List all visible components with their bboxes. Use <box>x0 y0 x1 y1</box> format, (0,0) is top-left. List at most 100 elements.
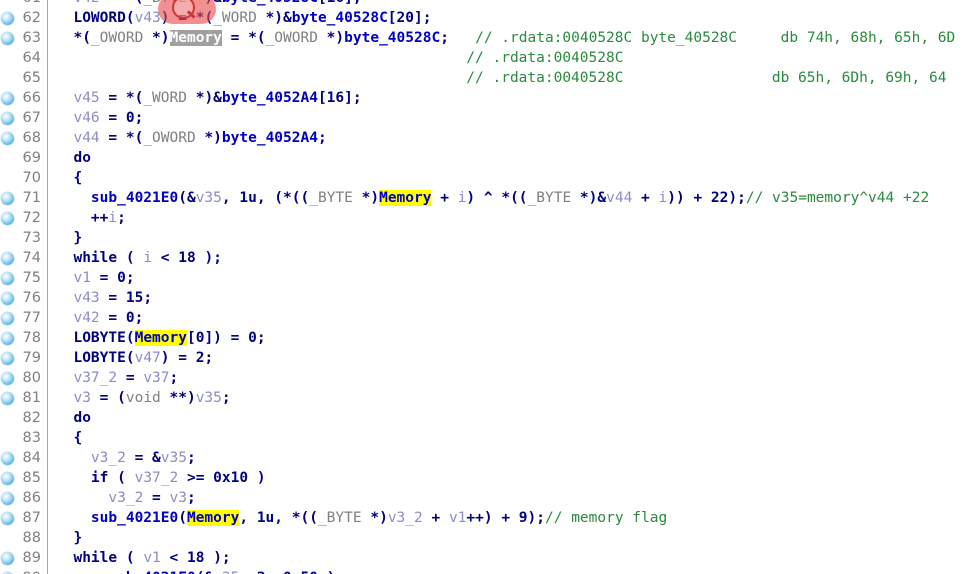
local-variable[interactable]: v3_2 <box>108 490 143 506</box>
code-line[interactable]: 69 do <box>0 148 966 168</box>
line-content[interactable]: sub_4021E0(&v35, 1u, (*((_BYTE *)Memory … <box>56 188 929 208</box>
code-line[interactable]: 88 } <box>0 528 966 548</box>
local-variable[interactable]: v1 <box>449 510 466 526</box>
local-variable[interactable]: v35 <box>161 450 187 466</box>
line-content[interactable]: v3_2 = v3; <box>56 488 195 508</box>
line-content[interactable]: v46 = 0; <box>56 108 143 128</box>
local-variable[interactable]: v1 <box>143 550 160 566</box>
global-symbol[interactable]: sub_4021E0 <box>91 510 178 526</box>
code-line[interactable]: 78 LOBYTE(Memory[0]) = 0; <box>0 328 966 348</box>
line-content[interactable]: while ( v1 < 18 ); <box>56 548 230 568</box>
local-variable[interactable]: v43 <box>73 290 99 306</box>
code-line[interactable]: 87 sub_4021E0(Memory, 1u, *((_BYTE *)v3_… <box>0 508 966 528</box>
global-symbol[interactable]: sub_4021E0 <box>91 190 178 206</box>
local-variable[interactable]: v3_2 <box>388 510 423 526</box>
local-variable[interactable]: v42 <box>73 310 99 326</box>
code-line[interactable]: 67 v46 = 0; <box>0 108 966 128</box>
local-variable[interactable]: v37_2 <box>135 470 179 486</box>
line-content[interactable]: v42 = 0; <box>56 308 143 328</box>
code-line[interactable]: 80 v37_2 = v37; <box>0 368 966 388</box>
line-content[interactable]: LOWORD(v43) = *(_WORD *)&byte_40528C[20]… <box>56 8 431 28</box>
highlighted-token[interactable]: Memory <box>379 190 432 206</box>
line-content[interactable]: v42 = *(_BYTE *)&byte_40528C[16]; <box>56 0 361 8</box>
line-content[interactable]: v43 = 15; <box>56 288 152 308</box>
code-line[interactable]: 71 sub_4021E0(&v35, 1u, (*((_BYTE *)Memo… <box>0 188 966 208</box>
global-symbol[interactable]: byte_40528C <box>292 10 388 26</box>
local-variable[interactable]: v45 <box>73 90 99 106</box>
code-line[interactable]: 84 v3_2 = &v35; <box>0 448 966 468</box>
line-content[interactable]: } <box>56 528 82 548</box>
line-content[interactable]: v44 = *(_OWORD *)byte_4052A4; <box>56 128 326 148</box>
local-variable[interactable]: v3_2 <box>91 450 126 466</box>
local-variable[interactable]: v46 <box>73 110 99 126</box>
line-content[interactable]: do <box>56 408 90 428</box>
local-variable[interactable]: v1 <box>73 270 90 286</box>
local-variable[interactable]: v44 <box>73 130 99 146</box>
pseudocode-view[interactable]: 61 v42 = *(_BYTE *)&byte_40528C[16];62 L… <box>0 0 966 574</box>
line-content[interactable]: sub_4021E0(&v35, 2, 0x50 ); <box>56 568 344 574</box>
global-symbol[interactable]: byte_4052A4 <box>222 130 318 146</box>
line-content[interactable]: // .rdata:0040528C <box>56 48 623 68</box>
code-line[interactable]: 77 v42 = 0; <box>0 308 966 328</box>
code-line[interactable]: 66 v45 = *(_WORD *)&byte_4052A4[16]; <box>0 88 966 108</box>
code-line[interactable]: 90 sub_4021E0(&v35, 2, 0x50 ); <box>0 568 966 574</box>
code-line[interactable]: 85 if ( v37_2 >= 0x10 ) <box>0 468 966 488</box>
local-variable[interactable]: v35 <box>196 190 222 206</box>
line-content[interactable]: } <box>56 228 82 248</box>
local-variable[interactable]: v44 <box>606 190 632 206</box>
local-variable[interactable]: v37 <box>143 370 169 386</box>
line-content[interactable]: sub_4021E0(Memory, 1u, *((_BYTE *)v3_2 +… <box>56 508 667 528</box>
code-line[interactable]: 86 v3_2 = v3; <box>0 488 966 508</box>
line-content[interactable]: v45 = *(_WORD *)&byte_4052A4[16]; <box>56 88 361 108</box>
code-line[interactable]: 82 do <box>0 408 966 428</box>
code-line[interactable]: 89 while ( v1 < 18 ); <box>0 548 966 568</box>
line-content[interactable]: v37_2 = v37; <box>56 368 178 388</box>
line-content[interactable]: while ( i < 18 ); <box>56 248 221 268</box>
code-line[interactable]: 64 // .rdata:0040528C <box>0 48 966 68</box>
code-line[interactable]: 72 ++i; <box>0 208 966 228</box>
highlighted-token[interactable]: Memory <box>186 510 240 526</box>
line-content[interactable]: { <box>56 428 82 448</box>
code-line[interactable]: 76 v43 = 15; <box>0 288 966 308</box>
local-variable[interactable]: i <box>659 190 668 206</box>
code-line[interactable]: 73 } <box>0 228 966 248</box>
code-line[interactable]: 74 while ( i < 18 ); <box>0 248 966 268</box>
line-content[interactable]: if ( v37_2 >= 0x10 ) <box>56 468 266 488</box>
local-variable[interactable]: v43 <box>135 10 161 26</box>
code-line[interactable]: 63 *(_OWORD *)Memory = *(_OWORD *)byte_4… <box>0 28 966 48</box>
line-content[interactable]: *(_OWORD *)Memory = *(_OWORD *)byte_4052… <box>56 28 955 48</box>
local-variable[interactable]: v3 <box>73 390 90 406</box>
line-content[interactable]: ++i; <box>56 208 126 228</box>
global-symbol[interactable]: byte_40528C <box>222 0 318 6</box>
code-line[interactable]: 75 v1 = 0; <box>0 268 966 288</box>
local-variable[interactable]: i <box>143 250 152 266</box>
code-line[interactable]: 61 v42 = *(_BYTE *)&byte_40528C[16]; <box>0 0 966 8</box>
line-content[interactable]: { <box>56 168 82 188</box>
code-line[interactable]: 65 // .rdata:0040528C db 65h, 6Dh, 69h, … <box>0 68 966 88</box>
local-variable[interactable]: v37_2 <box>73 370 117 386</box>
code-line[interactable]: 81 v3 = (void **)v35; <box>0 388 966 408</box>
line-content[interactable]: do <box>56 148 90 168</box>
line-content[interactable]: // .rdata:0040528C db 65h, 6Dh, 69h, 64 <box>56 68 946 88</box>
global-symbol[interactable]: byte_40528C <box>344 30 440 46</box>
local-variable[interactable]: v47 <box>135 350 161 366</box>
code-line[interactable]: 70 { <box>0 168 966 188</box>
local-variable[interactable]: i <box>108 210 117 226</box>
code-line[interactable]: 68 v44 = *(_OWORD *)byte_4052A4; <box>0 128 966 148</box>
local-variable[interactable]: v3 <box>170 490 187 506</box>
global-symbol[interactable]: byte_4052A4 <box>222 90 318 106</box>
code-line[interactable]: 83 { <box>0 428 966 448</box>
line-content[interactable]: LOBYTE(Memory[0]) = 0; <box>56 328 266 348</box>
code-line[interactable]: 62 LOWORD(v43) = *(_WORD *)&byte_40528C[… <box>0 8 966 28</box>
local-variable[interactable]: v35 <box>196 390 222 406</box>
code-line[interactable]: 79 LOBYTE(v47) = 2; <box>0 348 966 368</box>
line-content[interactable]: v3_2 = &v35; <box>56 448 196 468</box>
global-symbol[interactable]: sub_4021E0 <box>108 570 195 574</box>
local-variable[interactable]: v42 <box>73 0 99 6</box>
selected-token[interactable]: Memory <box>169 30 222 46</box>
line-content[interactable]: v1 = 0; <box>56 268 134 288</box>
highlighted-token[interactable]: Memory <box>134 330 187 346</box>
line-content[interactable]: v3 = (void **)v35; <box>56 388 230 408</box>
local-variable[interactable]: v35 <box>213 570 239 574</box>
line-content[interactable]: LOBYTE(v47) = 2; <box>56 348 213 368</box>
